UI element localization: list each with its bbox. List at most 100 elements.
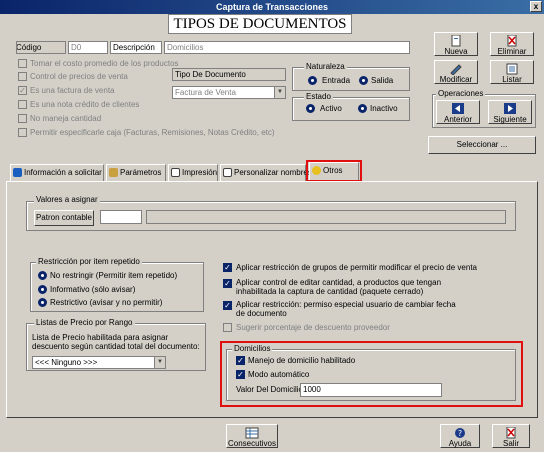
radio-entrada[interactable] — [308, 76, 317, 85]
chevron-down-icon: ▼ — [154, 357, 165, 368]
otros-tab-highlight — [306, 160, 362, 182]
tab-parametros-label: Parámetros — [120, 168, 162, 177]
siguiente-button[interactable]: Siguiente — [488, 100, 532, 124]
tab-personalizar[interactable]: Personalizar nombres — [220, 164, 312, 181]
chk-control-precios-label: Control de precios de venta — [30, 72, 128, 81]
radio-informativo-label: Informativo (sólo avisar) — [50, 285, 136, 294]
chk-tomar-costo[interactable] — [18, 59, 27, 68]
chk-control-editar-cantidad[interactable] — [223, 279, 232, 288]
tab-informacion[interactable]: Información a solicitar — [10, 164, 104, 181]
descripcion-input[interactable]: Domicilios — [164, 41, 410, 54]
edit-icon — [450, 64, 462, 75]
chk-sugerir-descuento[interactable] — [223, 323, 232, 332]
tab-personalizar-label: Personalizar nombres — [234, 168, 312, 177]
lista-precio-select[interactable]: <<< Ninguno >>> ▼ — [32, 356, 166, 369]
window-title: Captura de Transacciones — [215, 2, 329, 12]
siguiente-label: Siguiente — [493, 115, 527, 124]
table-icon — [245, 427, 259, 439]
listas-title: Listas de Precio por Rango — [34, 318, 135, 328]
help-icon: ? — [455, 428, 465, 438]
domicilios-title: Domicilios — [232, 344, 273, 354]
tipo-documento-value: Factura de Venta — [175, 88, 236, 97]
chk-modo-automatico-label: Modo automático — [248, 370, 310, 379]
chk-especificar-caja-label: Permitir especificarle caja (Facturas, R… — [30, 128, 275, 137]
svg-text:?: ? — [458, 429, 462, 438]
nueva-label: Nueva — [444, 47, 468, 56]
gear-icon — [109, 168, 118, 178]
radio-activo[interactable] — [306, 104, 315, 113]
ayuda-button[interactable]: ? Ayuda — [440, 424, 480, 448]
window-title-bar: Captura de Transacciones — [0, 0, 544, 14]
radio-restrictivo-label: Restrictivo (avisar y no permitir) — [50, 298, 163, 307]
codigo-input[interactable]: D0 — [68, 41, 108, 54]
chk-control-precios[interactable] — [18, 72, 27, 81]
estado-title: Estado — [304, 92, 333, 102]
info-icon — [13, 168, 22, 178]
chk-permiso-fecha[interactable] — [223, 301, 232, 310]
valor-domicilio-input[interactable]: 1000 — [300, 383, 442, 397]
patron-description-field — [146, 210, 506, 224]
tab-impresion[interactable]: Impresión — [168, 164, 218, 181]
chk-tomar-costo-label: Tomar el costo promedio de los productos — [30, 59, 179, 68]
radio-inactivo[interactable] — [358, 104, 367, 113]
consecutivos-label: Consecutivos — [227, 439, 277, 448]
salir-label: Salir — [502, 439, 519, 448]
close-window-button[interactable]: x — [530, 1, 542, 12]
operaciones-title: Operaciones — [436, 89, 486, 99]
new-document-icon — [451, 35, 461, 47]
chk-factura-venta[interactable]: ✓ — [18, 86, 27, 95]
tipo-documento-label: Tipo De Documento — [172, 68, 286, 81]
tab-informacion-label: Información a solicitar — [24, 168, 102, 177]
chk-nota-credito-label: Es una nota crédito de clientes — [30, 100, 140, 109]
tab-parametros[interactable]: Parámetros — [106, 164, 166, 181]
valor-domicilio-label: Valor Del Domicilio — [236, 385, 303, 394]
nueva-button[interactable]: Nueva — [434, 32, 478, 56]
lista-precio-value: <<< Ninguno >>> — [35, 358, 98, 367]
chk-especificar-caja[interactable] — [18, 128, 27, 137]
eliminar-label: Eliminar — [497, 47, 527, 56]
radio-entrada-label: Entrada — [322, 76, 351, 85]
anterior-label: Anterior — [443, 115, 472, 124]
listar-button[interactable]: Listar — [490, 60, 534, 84]
radio-informativo[interactable] — [38, 285, 47, 294]
tab-impresion-label: Impresión — [182, 168, 218, 177]
modificar-button[interactable]: Modificar — [434, 60, 478, 84]
list-icon — [506, 63, 518, 75]
radio-salida-label: Salida — [371, 76, 394, 85]
chk-nota-credito[interactable] — [18, 100, 27, 109]
eliminar-button[interactable]: Eliminar — [490, 32, 534, 56]
chk-manejo-domicilio-label: Manejo de domicilio habilitado — [248, 356, 356, 365]
radio-salida[interactable] — [359, 76, 368, 85]
document-icon — [223, 168, 232, 178]
seleccionar-button[interactable]: Seleccionar ... — [428, 136, 536, 154]
delete-icon — [507, 35, 517, 47]
radio-inactivo-label: Inactivo — [370, 104, 398, 113]
radio-restrictivo[interactable] — [38, 298, 47, 307]
restriccion-title: Restricción por item repetido — [36, 257, 142, 267]
tipo-documento-select[interactable]: Factura de Venta ▼ — [172, 86, 286, 99]
chk-no-maneja-cantidad[interactable] — [18, 114, 27, 123]
page-title: TIPOS DE DOCUMENTOS — [168, 14, 352, 34]
chk-sugerir-descuento-label: Sugerir porcentaje de descuento proveedo… — [236, 323, 390, 332]
naturaleza-title: Naturaleza — [304, 62, 347, 72]
chk-no-maneja-cantidad-label: No maneja cantidad — [30, 114, 102, 123]
descripcion-label: Descripción — [110, 41, 162, 54]
radio-no-restringir-label: No restringir (Permitir item repetido) — [50, 271, 178, 280]
chk-restriccion-grupos[interactable] — [223, 263, 232, 272]
radio-no-restringir[interactable] — [38, 271, 47, 280]
valores-title: Valores a asignar — [34, 195, 100, 205]
anterior-button[interactable]: Anterior — [436, 100, 480, 124]
chk-permiso-fecha-label: Aplicar restricción: permiso especial us… — [236, 300, 456, 318]
chk-modo-automatico[interactable] — [236, 370, 245, 379]
patron-value-input[interactable] — [100, 210, 142, 224]
chk-manejo-domicilio[interactable] — [236, 356, 245, 365]
radio-activo-label: Activo — [320, 104, 342, 113]
listas-description: Lista de Precio habilitada para asignar … — [32, 333, 200, 351]
chevron-down-icon: ▼ — [274, 87, 285, 98]
consecutivos-button[interactable]: Consecutivos — [226, 424, 278, 448]
salir-button[interactable]: Salir — [492, 424, 530, 448]
ayuda-label: Ayuda — [448, 439, 472, 448]
modificar-label: Modificar — [439, 75, 473, 84]
patron-contable-button[interactable]: Patron contable — [34, 210, 94, 226]
exit-icon — [506, 427, 516, 439]
